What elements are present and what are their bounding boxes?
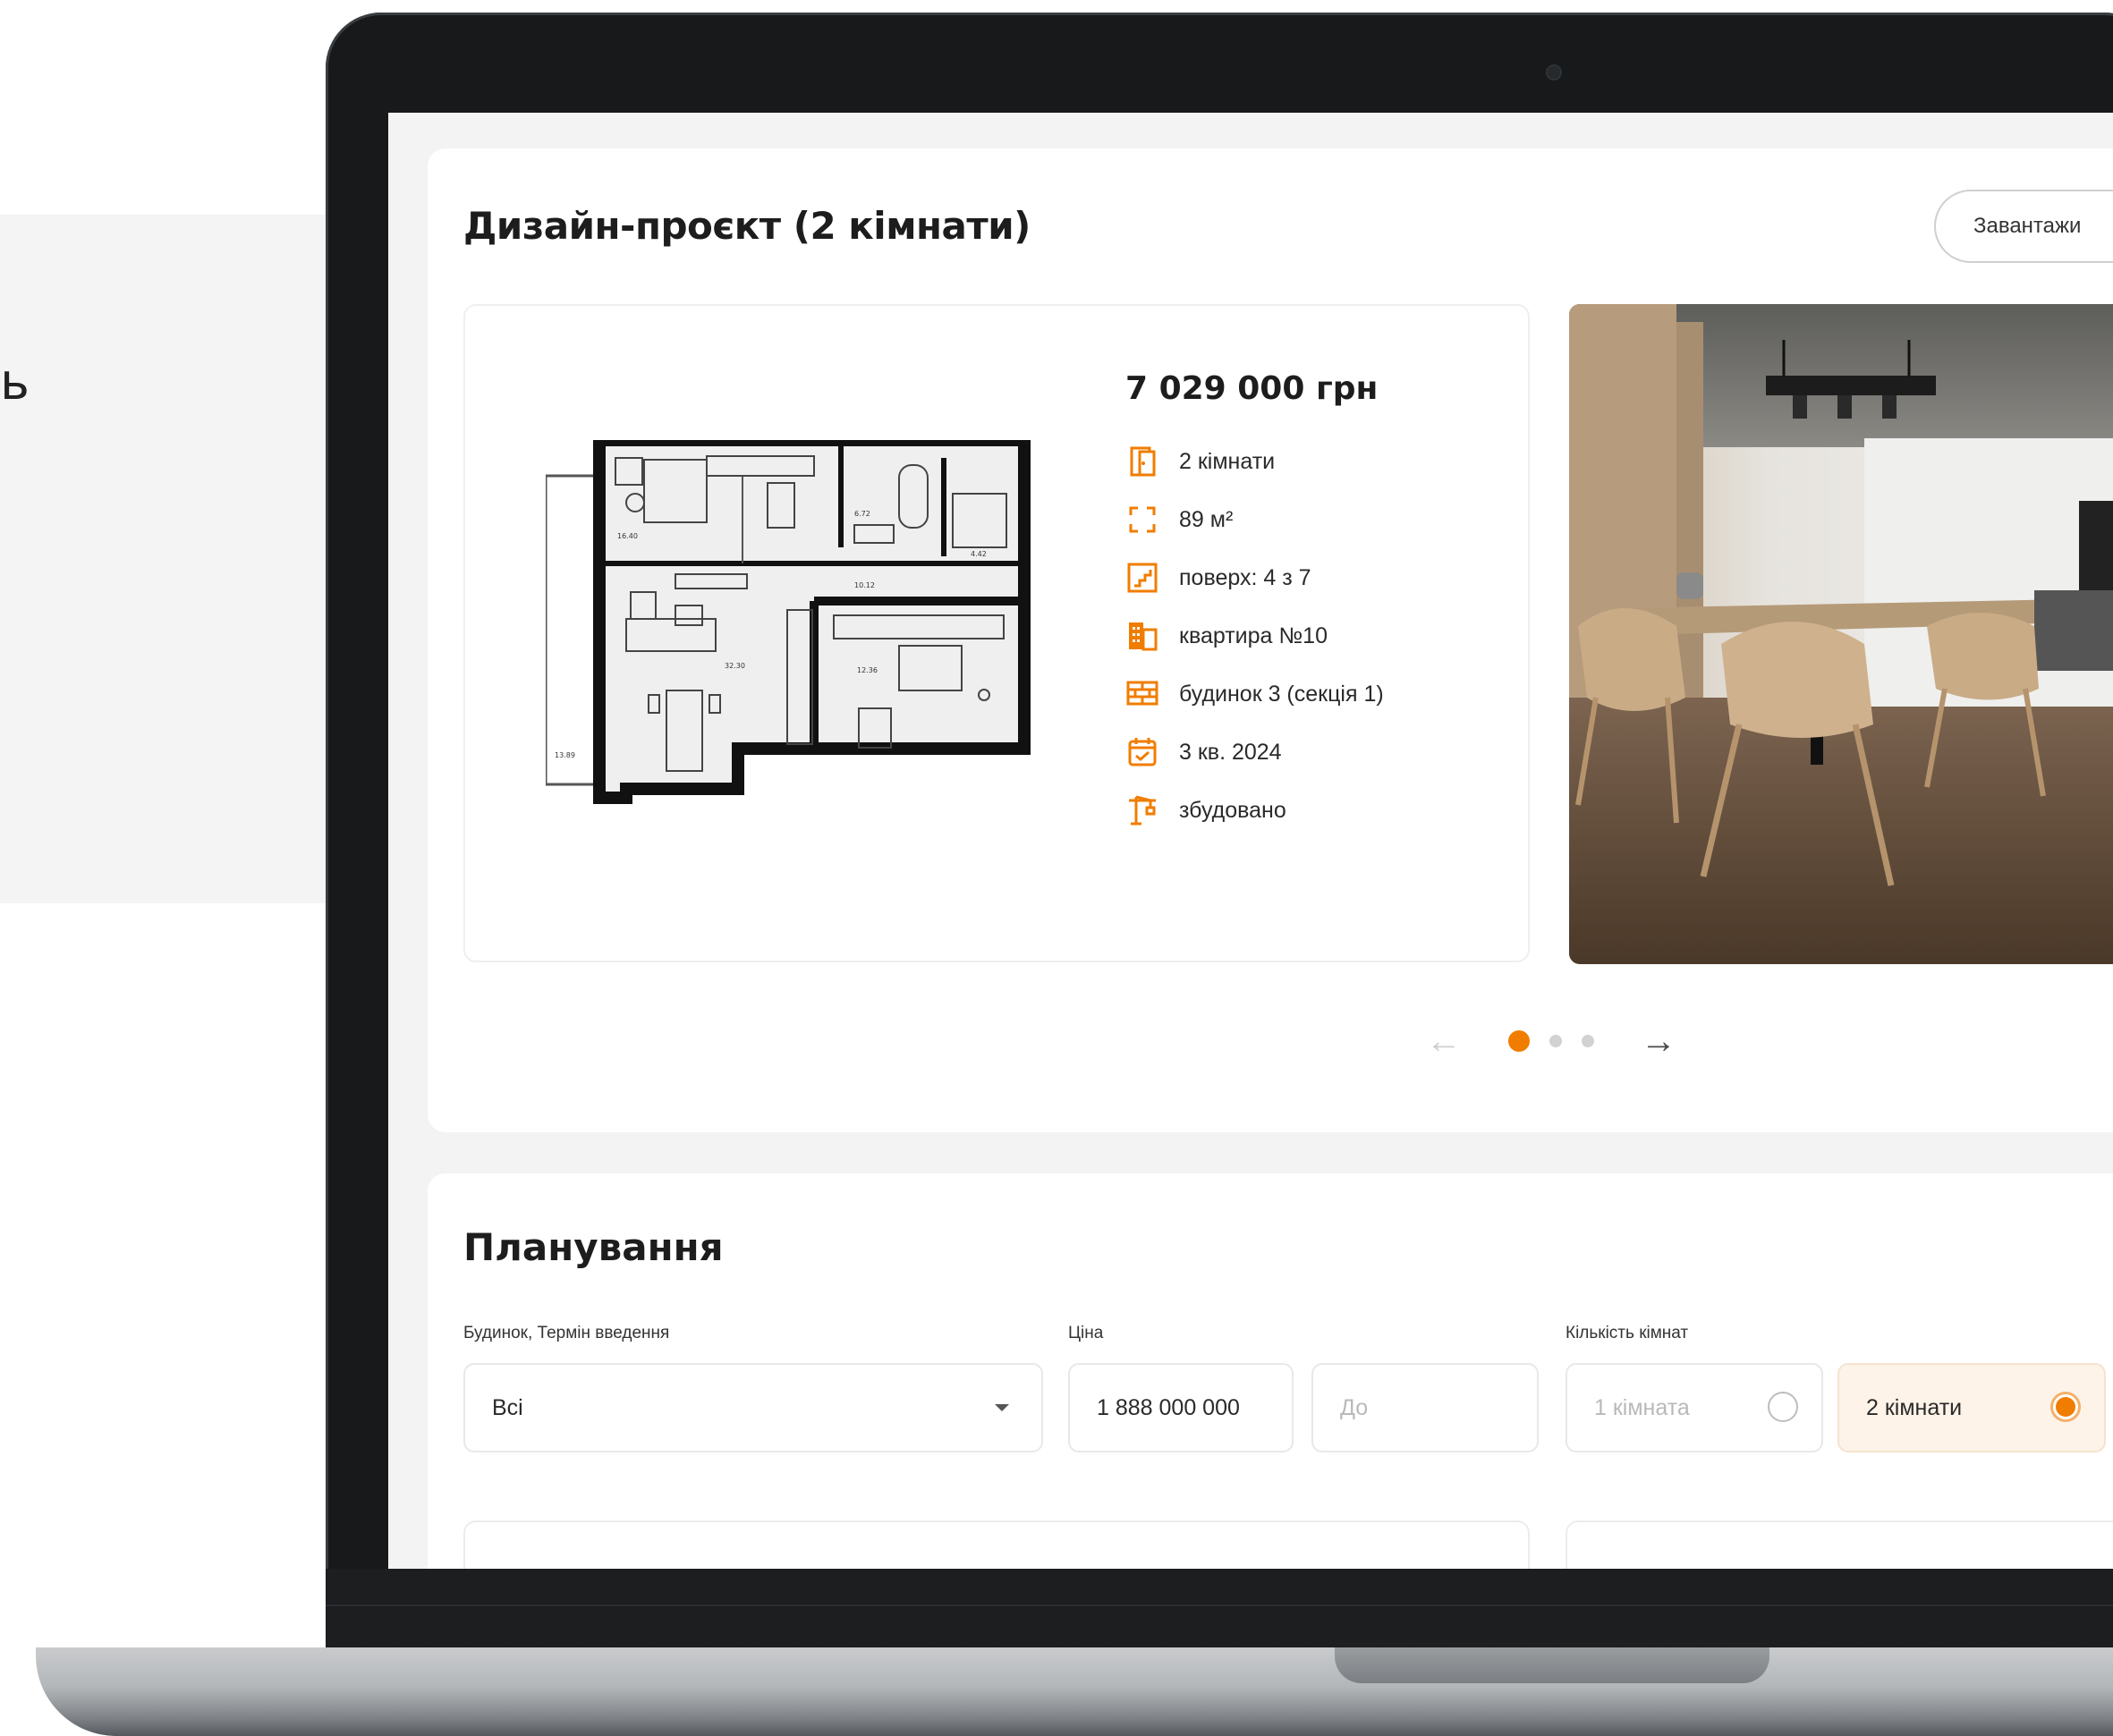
spec-apartment: квартира №10 xyxy=(1125,618,1328,654)
area-icon xyxy=(1129,506,1156,533)
svg-text:10.12: 10.12 xyxy=(854,581,875,589)
svg-text:4.42: 4.42 xyxy=(971,550,987,558)
spec-building: будинок 3 (секція 1) xyxy=(1125,676,1384,712)
rooms-filter-label: Кількість кімнат xyxy=(1566,1324,1689,1342)
price-to-input[interactable]: До xyxy=(1311,1363,1539,1452)
svg-text:32.30: 32.30 xyxy=(725,662,745,670)
radio-selected-icon xyxy=(2050,1392,2081,1422)
page-title: Дизайн-проєкт (2 кімнати) xyxy=(463,204,1031,248)
svg-text:12.36: 12.36 xyxy=(857,666,878,674)
room-option-1[interactable]: 1 кімната xyxy=(1566,1363,1823,1452)
laptop-screen: Дизайн-проєкт (2 кімнати) Завантажи 16.4… xyxy=(388,113,2113,1569)
room-option-2[interactable]: 2 кімнати xyxy=(1837,1363,2106,1452)
bricks-icon xyxy=(1126,681,1158,706)
layout-card[interactable] xyxy=(1566,1520,2113,1569)
laptop-hinge xyxy=(326,1605,2113,1606)
spec-label: 2 кімнати xyxy=(1179,448,1276,474)
laptop-base xyxy=(36,1647,2113,1736)
building-select-value: Всі xyxy=(492,1394,523,1420)
interior-photo xyxy=(1569,304,2113,964)
carousel-dot[interactable] xyxy=(1549,1035,1562,1047)
svg-text:16.40: 16.40 xyxy=(617,532,638,540)
carousel-dot[interactable] xyxy=(1508,1030,1530,1052)
download-button[interactable]: Завантажи xyxy=(1934,190,2113,263)
section-title: Планування xyxy=(463,1225,724,1269)
layout-card[interactable] xyxy=(463,1520,1530,1569)
calendar-icon xyxy=(1128,738,1157,766)
building-filter-label: Будинок, Термін введення xyxy=(463,1324,670,1342)
background-partial-text: ь xyxy=(0,353,30,411)
carousel-dot[interactable] xyxy=(1582,1035,1594,1047)
room-option-label: 2 кімнати xyxy=(1866,1394,1963,1420)
floor-plan-image: 16.40 6.72 4.42 10.12 32.30 12.36 13.89 xyxy=(546,440,1065,816)
spec-status: збудовано xyxy=(1125,792,1286,828)
background-panel xyxy=(0,215,376,903)
svg-text:13.89: 13.89 xyxy=(555,751,575,759)
stairs-icon xyxy=(1127,563,1158,593)
spec-floor: поверх: 4 з 7 xyxy=(1125,560,1311,596)
spec-label: 89 м² xyxy=(1179,506,1234,532)
svg-text:6.72: 6.72 xyxy=(854,510,870,518)
spec-label: 3 кв. 2024 xyxy=(1179,739,1282,765)
apartment-price: 7 029 000 грн xyxy=(1125,370,1379,407)
building-select[interactable]: Всі xyxy=(463,1363,1043,1452)
room-option-label: 1 кімната xyxy=(1594,1394,1690,1420)
spec-rooms: 2 кімнати xyxy=(1125,444,1275,479)
radio-icon xyxy=(1768,1392,1798,1422)
price-from-input[interactable]: 1 888 000 000 xyxy=(1068,1363,1294,1452)
price-filter-label: Ціна xyxy=(1068,1324,1104,1342)
building-icon xyxy=(1129,622,1158,651)
laptop-notch xyxy=(1335,1647,1769,1683)
arrow-right-icon[interactable]: → xyxy=(1641,1023,1676,1059)
crane-icon xyxy=(1129,795,1156,826)
chevron-down-icon xyxy=(995,1404,1009,1411)
spec-label: поверх: 4 з 7 xyxy=(1179,564,1311,590)
camera-icon xyxy=(1546,64,1562,80)
door-icon xyxy=(1130,446,1156,477)
spec-area: 89 м² xyxy=(1125,502,1233,538)
carousel-pager: ← → xyxy=(1426,1023,1676,1059)
arrow-left-icon[interactable]: ← xyxy=(1426,1023,1462,1059)
spec-label: збудовано xyxy=(1179,797,1286,823)
spec-label: квартира №10 xyxy=(1179,622,1328,648)
spec-completion: 3 кв. 2024 xyxy=(1125,734,1282,770)
spec-label: будинок 3 (секція 1) xyxy=(1179,681,1384,707)
